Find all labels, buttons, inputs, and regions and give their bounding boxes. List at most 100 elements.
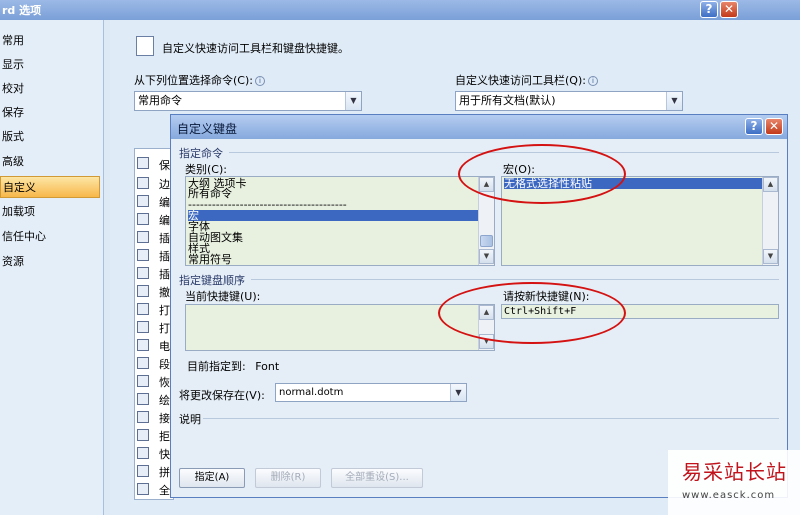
list-separator: ---------------------------------------- [188, 199, 347, 210]
list-item[interactable]: 插 [159, 248, 170, 264]
spelling-icon [137, 465, 149, 477]
nav-item-trust-center[interactable]: 信任中心 [0, 226, 100, 248]
categories-list[interactable]: 大纲 选项卡 所有命令 ----------------------------… [185, 176, 495, 266]
scroll-up-icon[interactable]: ▲ [479, 305, 494, 320]
list-item[interactable]: 打 [159, 302, 170, 318]
info-icon: i [587, 76, 598, 86]
outer-close-button[interactable]: ✕ [720, 1, 738, 18]
chevron-down-icon[interactable]: ▼ [666, 92, 682, 110]
insert-shape-icon [137, 267, 149, 279]
draw-table-icon [137, 393, 149, 405]
list-item[interactable]: 保 [159, 157, 170, 173]
watermark-url: www.easck.com [682, 490, 776, 501]
accept-change-icon [137, 411, 149, 423]
list-item[interactable]: 编 [159, 194, 170, 210]
content-heading: 自定义快速访问工具栏和键盘快捷键。 [162, 42, 349, 55]
current-keys-list[interactable]: ▲ ▼ [185, 304, 495, 351]
full-screen-icon [137, 483, 149, 495]
nav-item-display[interactable]: 显示 [0, 54, 100, 76]
list-item[interactable]: 接 [159, 410, 170, 426]
dialog-titlebar: 自定义键盘 ? ✕ [171, 115, 787, 139]
nav-item-addins[interactable]: 加载项 [0, 201, 100, 223]
border-icon [137, 177, 149, 189]
nav-item-advanced[interactable]: 高级 [0, 151, 100, 173]
macros-list[interactable]: 无格式选择性粘贴 ▲ ▼ [501, 176, 779, 266]
watermark: 易采站长站 www.easck.com [668, 450, 800, 515]
divider [203, 418, 779, 419]
categories-scrollbar[interactable]: ▲ ▼ [478, 177, 494, 265]
list-item[interactable]: 拼 [159, 464, 170, 480]
save-in-combo[interactable]: normal.dotm ▼ [275, 383, 467, 402]
list-item[interactable]: 撤 [159, 284, 170, 300]
scroll-up-icon[interactable]: ▲ [479, 177, 494, 192]
assign-button[interactable]: 指定(A) [179, 468, 245, 488]
outer-window-title: rd 选项 [2, 4, 42, 17]
list-item[interactable]: 快 [159, 446, 170, 462]
list-item[interactable]: 所有命令 [188, 188, 232, 199]
choose-commands-combo[interactable]: 常用命令 ▼ [134, 91, 362, 111]
outer-titlebar: rd 选项 ? ✕ [0, 0, 800, 20]
dialog-help-button[interactable]: ? [745, 118, 763, 135]
scroll-up-icon[interactable]: ▲ [763, 177, 778, 192]
list-item[interactable]: 全 [159, 482, 170, 498]
reject-change-icon [137, 429, 149, 441]
current-keys-label: 当前快捷键(U): [185, 290, 261, 303]
email-icon [137, 339, 149, 351]
qat-scope-combo[interactable]: 用于所有文档(默认) ▼ [455, 91, 683, 111]
outer-help-button[interactable]: ? [700, 1, 718, 18]
options-nav: 常用 显示 校对 保存 版式 高级 自定义 加载项 信任中心 资源 [0, 20, 104, 515]
quick-print-icon [137, 447, 149, 459]
watermark-title: 易采站长站 [682, 460, 787, 484]
assigned-to-label: 目前指定到: Font [187, 360, 280, 373]
macros-label: 宏(O): [503, 163, 535, 176]
nav-item-save[interactable]: 保存 [0, 102, 100, 124]
list-item[interactable]: 电 [159, 338, 170, 354]
nav-item-popular[interactable]: 常用 [0, 30, 100, 52]
list-item[interactable]: 段 [159, 356, 170, 372]
nav-item-customize[interactable]: 自定义 [0, 176, 100, 198]
command-list[interactable]: 保 边 编 编 插 插 插 撤 打 打 电 段 恢 绘 接 拒 快 拼 全 [134, 148, 174, 500]
list-item[interactable]: 插 [159, 266, 170, 282]
undo-icon [137, 285, 149, 297]
list-item[interactable]: 恢 [159, 374, 170, 390]
macros-scrollbar[interactable]: ▲ ▼ [762, 177, 778, 265]
list-item[interactable]: 打 [159, 320, 170, 336]
save-in-label: 将更改保存在(V): [179, 389, 265, 402]
assigned-to-value: Font [255, 360, 280, 373]
description-label: 说明 [179, 413, 201, 426]
bullets-icon [137, 213, 149, 225]
categories-label: 类别(C): [185, 163, 227, 176]
scroll-down-icon[interactable]: ▼ [479, 334, 494, 349]
list-item[interactable]: 编 [159, 212, 170, 228]
chevron-down-icon[interactable]: ▼ [345, 92, 361, 110]
chevron-down-icon[interactable]: ▼ [450, 384, 466, 401]
list-item[interactable]: 绘 [159, 392, 170, 408]
redo-icon [137, 375, 149, 387]
list-item[interactable]: 边 [159, 176, 170, 192]
new-shortcut-input[interactable]: Ctrl+Shift+F [501, 304, 779, 319]
open-icon [137, 303, 149, 315]
current-keys-scrollbar[interactable]: ▲ ▼ [478, 305, 494, 350]
section-key-sequence: 指定键盘顺序 [179, 274, 245, 287]
dialog-close-button[interactable]: ✕ [765, 118, 783, 135]
list-item[interactable]: 插 [159, 230, 170, 246]
nav-item-resources[interactable]: 资源 [0, 251, 100, 273]
scroll-thumb[interactable] [480, 235, 493, 247]
divider [251, 279, 779, 280]
insert-table-icon [137, 249, 149, 261]
list-item-selected[interactable]: 宏 [188, 210, 478, 221]
list-item-selected[interactable]: 无格式选择性粘贴 [504, 178, 762, 189]
new-key-label: 请按新快捷键(N): [503, 290, 590, 303]
list-item[interactable]: 拒 [159, 428, 170, 444]
choose-commands-label: 从下列位置选择命令(C): i [134, 72, 265, 88]
toolbar-customize-icon [136, 36, 154, 56]
dialog-title: 自定义键盘 [177, 122, 238, 136]
remove-button[interactable]: 删除(R) [255, 468, 321, 488]
scroll-down-icon[interactable]: ▼ [763, 249, 778, 264]
list-item[interactable]: 常用符号 [188, 254, 232, 265]
save-icon [137, 157, 149, 169]
nav-item-layout[interactable]: 版式 [0, 126, 100, 148]
reset-all-button[interactable]: 全部重设(S)... [331, 468, 423, 488]
scroll-down-icon[interactable]: ▼ [479, 249, 494, 264]
nav-item-proofing[interactable]: 校对 [0, 78, 100, 100]
